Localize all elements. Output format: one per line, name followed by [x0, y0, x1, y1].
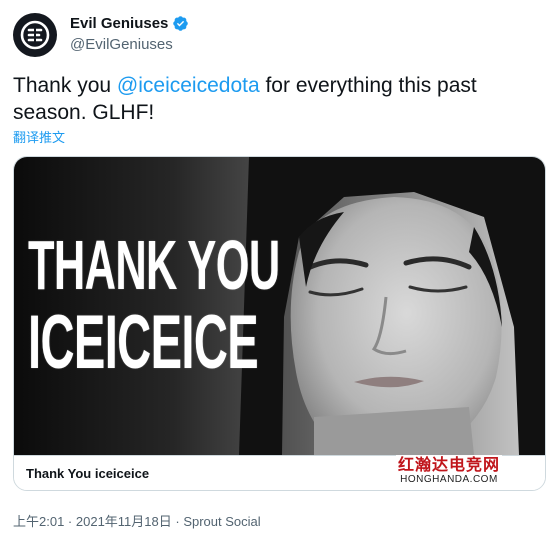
tweet-meta: 上午2:01 · 2021年11月18日 · Sprout Social	[13, 511, 261, 530]
site-watermark: 红瀚达电竞网 HONGHANDA.COM	[395, 455, 502, 487]
card-image-headline-2: ICEICEICE	[28, 300, 259, 385]
link-card[interactable]: THANK YOU ICEICEICE Thank You iceiceice	[13, 156, 546, 491]
name-row: Evil Geniuses	[70, 15, 189, 32]
tweet-text: Thank you @iceiceicedota for everything …	[13, 72, 543, 126]
tweet-source[interactable]: Sprout Social	[183, 514, 260, 529]
tweet: Evil Geniuses @EvilGeniuses Thank you @i…	[0, 0, 560, 534]
watermark-chinese: 红瀚达电竞网	[397, 455, 500, 474]
author-display-name[interactable]: Evil Geniuses	[70, 15, 168, 32]
verified-badge-icon	[172, 15, 189, 32]
tweet-date[interactable]: 2021年11月18日	[76, 514, 172, 529]
tweet-text-before: Thank you	[13, 74, 117, 97]
author-handle[interactable]: @EvilGeniuses	[70, 36, 189, 53]
card-title: Thank You iceiceice	[26, 466, 150, 481]
author-avatar[interactable]	[13, 13, 57, 57]
card-image-headline-1: THANK YOU	[28, 226, 280, 304]
author-names: Evil Geniuses @EvilGeniuses	[70, 15, 189, 53]
watermark-url: HONGHANDA.COM	[400, 474, 498, 485]
meta-separator: ·	[64, 514, 76, 529]
mention-link[interactable]: @iceiceicedota	[117, 74, 260, 97]
card-image: THANK YOU ICEICEICE	[14, 157, 545, 455]
meta-separator: ·	[171, 514, 184, 529]
translate-tweet-link[interactable]: 翻译推文	[13, 127, 65, 146]
evil-geniuses-logo-icon	[20, 20, 50, 50]
tweet-time[interactable]: 上午2:01	[13, 514, 64, 529]
